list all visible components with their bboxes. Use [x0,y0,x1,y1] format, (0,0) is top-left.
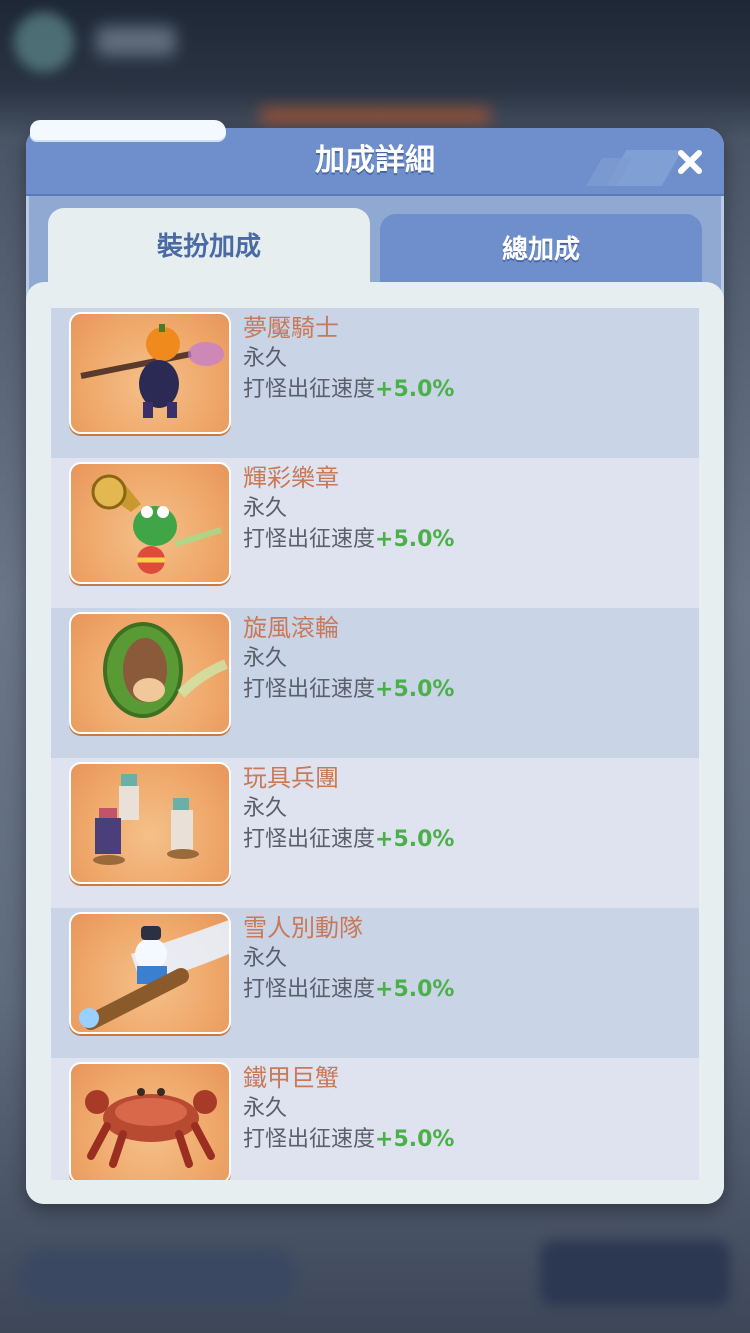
background-bottom-button [540,1240,730,1306]
list-item: 輝彩樂章 永久 打怪出征速度+5.0% [51,458,699,608]
pumpkin-knight-icon [69,312,231,434]
effect-value: +5.0% [375,527,455,552]
item-effect: 打怪出征速度+5.0% [243,524,454,556]
item-effect: 打怪出征速度+5.0% [243,824,454,856]
item-info: 鐵甲巨蟹 永久 打怪出征速度+5.0% [243,1062,454,1156]
item-name: 旋風滾輪 [243,614,339,642]
dialog-header: 加成詳細 [26,120,724,196]
item-name: 夢魘騎士 [243,314,339,342]
effect-label: 打怪出征速度 [243,677,376,702]
background-progress-bar [260,108,490,124]
item-info: 輝彩樂章 永久 打怪出征速度+5.0% [243,462,454,556]
item-duration: 永久 [243,1096,288,1121]
list-item: 夢魘騎士 永久 打怪出征速度+5.0% [51,308,699,458]
item-effect: 打怪出征速度+5.0% [243,974,454,1006]
snowman-cannon-icon [69,912,231,1034]
hamster-wheel-icon [69,612,231,734]
item-name: 玩具兵團 [243,764,339,792]
tab-outfit-bonus[interactable]: 裝扮加成 [48,208,370,286]
background-avatar [14,12,74,72]
horn-frog-icon [69,462,231,584]
effect-value: +5.0% [375,377,455,402]
close-icon [678,150,702,174]
effect-label: 打怪出征速度 [243,977,376,1002]
background-player-name [96,26,176,56]
effect-label: 打怪出征速度 [243,377,376,402]
dialog-title: 加成詳細 [315,143,435,178]
item-effect: 打怪出征速度+5.0% [243,674,454,706]
item-info: 雪人別動隊 永久 打怪出征速度+5.0% [243,912,454,1006]
item-duration: 永久 [243,496,288,521]
armored-crab-icon [69,1062,231,1180]
effect-value: +5.0% [375,677,455,702]
close-button[interactable] [670,142,710,182]
item-duration: 永久 [243,946,288,971]
item-name: 鐵甲巨蟹 [243,1064,339,1092]
bonus-list-panel: 夢魘騎士 永久 打怪出征速度+5.0% 輝彩樂章 永久 打怪出征速度+5.0% … [26,282,724,1204]
item-info: 夢魘騎士 永久 打怪出征速度+5.0% [243,312,454,406]
item-duration: 永久 [243,646,288,671]
item-effect: 打怪出征速度+5.0% [243,374,454,406]
item-effect: 打怪出征速度+5.0% [243,1124,454,1156]
effect-label: 打怪出征速度 [243,1127,376,1152]
list-item: 旋風滾輪 永久 打怪出征速度+5.0% [51,608,699,758]
effect-value: +5.0% [375,977,455,1002]
item-duration: 永久 [243,346,288,371]
bonus-details-dialog: 加成詳細 裝扮加成 總加成 夢魘騎士 永久 打怪出征速度+5.0% 輝彩樂章 永… [26,120,724,1204]
background-bottom-panel [18,1248,298,1304]
item-info: 旋風滾輪 永久 打怪出征速度+5.0% [243,612,454,706]
list-item: 玩具兵團 永久 打怪出征速度+5.0% [51,758,699,908]
effect-label: 打怪出征速度 [243,827,376,852]
effect-label: 打怪出征速度 [243,527,376,552]
item-name: 雪人別動隊 [243,914,363,942]
list-item: 雪人別動隊 永久 打怪出征速度+5.0% [51,908,699,1058]
effect-value: +5.0% [375,827,455,852]
item-info: 玩具兵團 永久 打怪出征速度+5.0% [243,762,454,856]
effect-value: +5.0% [375,1127,455,1152]
toy-soldiers-icon [69,762,231,884]
list-item: 鐵甲巨蟹 永久 打怪出征速度+5.0% [51,1058,699,1180]
item-duration: 永久 [243,796,288,821]
bonus-list[interactable]: 夢魘騎士 永久 打怪出征速度+5.0% 輝彩樂章 永久 打怪出征速度+5.0% … [51,308,699,1180]
item-name: 輝彩樂章 [243,464,339,492]
tab-total-bonus[interactable]: 總加成 [380,214,702,282]
